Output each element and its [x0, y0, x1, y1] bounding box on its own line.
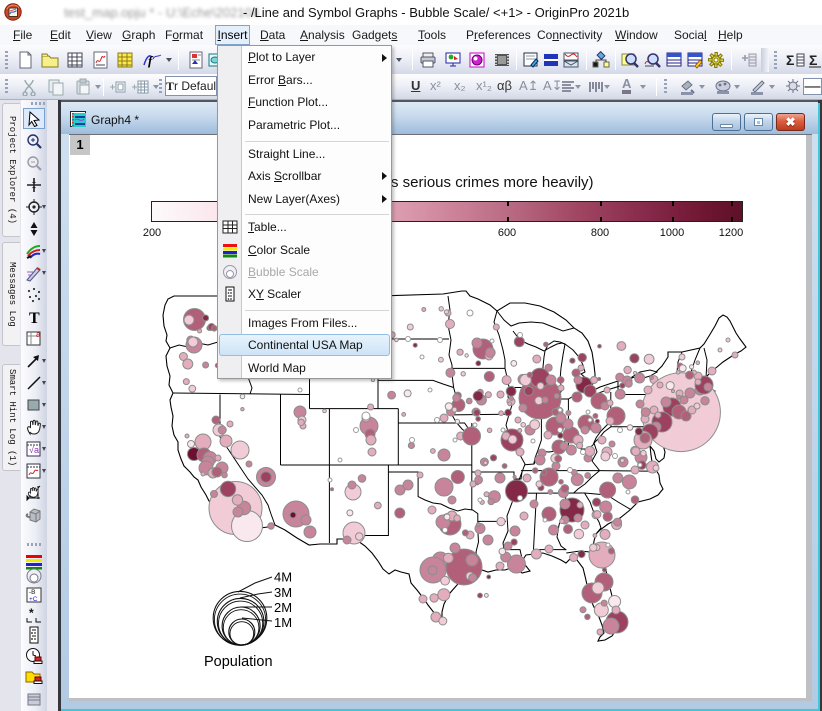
svg-text:2M: 2M	[274, 600, 292, 615]
svg-text:f: f	[148, 53, 154, 68]
svg-text:Σ: Σ	[809, 52, 817, 68]
svg-text:*: *	[29, 607, 34, 620]
svg-text:3M: 3M	[274, 585, 292, 600]
svg-text:Population: Population	[204, 654, 273, 670]
svg-text:√a: √a	[29, 445, 39, 455]
svg-text:+C: +C	[29, 596, 38, 603]
svg-text:Σ: Σ	[786, 52, 794, 68]
svg-text:T: T	[29, 310, 40, 326]
svg-text:-B: -B	[29, 589, 36, 596]
svg-text:4M: 4M	[274, 570, 292, 585]
svg-text:1M: 1M	[274, 615, 292, 630]
svg-text:a: a	[36, 330, 41, 339]
